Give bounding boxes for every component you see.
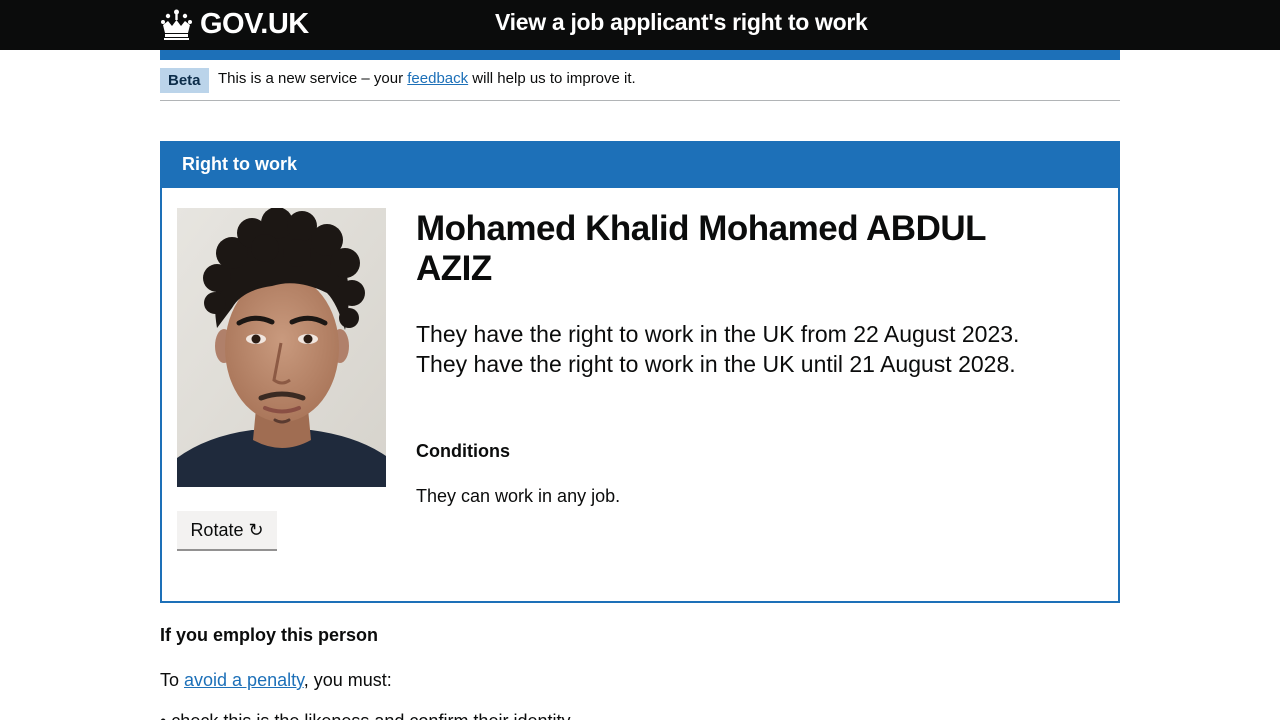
penalty-text-after: , you must: — [303, 670, 392, 690]
beta-tag: Beta — [160, 68, 209, 93]
penalty-text-before: To — [160, 670, 185, 690]
right-to-work-status: They have the right to work in the UK fr… — [416, 321, 1020, 377]
employ-heading: If you employ this person — [160, 625, 379, 645]
phase-text-after: will help us to improve it. — [468, 70, 636, 87]
phase-banner: Beta This is a new service – your feedba… — [160, 60, 1120, 101]
right-to-work-panel: Right to work Rotate ↻ Mohamed Khalid Mo… — [160, 141, 1120, 603]
govuk-logo-link[interactable]: GOV.UK — [160, 6, 309, 42]
site-header: GOV.UK View a job applicant's right to w… — [0, 0, 1280, 50]
list-item: • check this is the likeness and confirm… — [160, 711, 570, 720]
panel-header: Right to work — [162, 143, 1118, 188]
phase-banner-text: This is a new service – your feedback wi… — [218, 70, 636, 87]
rotate-button[interactable]: Rotate ↻ — [177, 511, 277, 551]
service-name-link[interactable]: View a job applicant's right to work — [495, 9, 868, 36]
crown-icon — [161, 9, 192, 40]
header-accent-bar — [160, 50, 1120, 60]
logo-text: GOV.UK — [200, 7, 309, 40]
phase-text-before: This is a new service – your — [218, 70, 408, 87]
feedback-link[interactable]: feedback — [407, 70, 468, 87]
applicant-photo-image — [177, 208, 386, 487]
applicant-name: Mohamed Khalid Mohamed ABDUL AZIZ — [416, 209, 986, 288]
panel-title: Right to work — [182, 154, 297, 174]
avoid-penalty-link[interactable]: avoid a penalty — [184, 670, 304, 690]
conditions-text: They can work in any job. — [416, 486, 621, 506]
conditions-heading: Conditions — [416, 441, 510, 461]
penalty-text: To avoid a penalty, you must: — [160, 670, 392, 691]
applicant-photo — [177, 208, 386, 487]
